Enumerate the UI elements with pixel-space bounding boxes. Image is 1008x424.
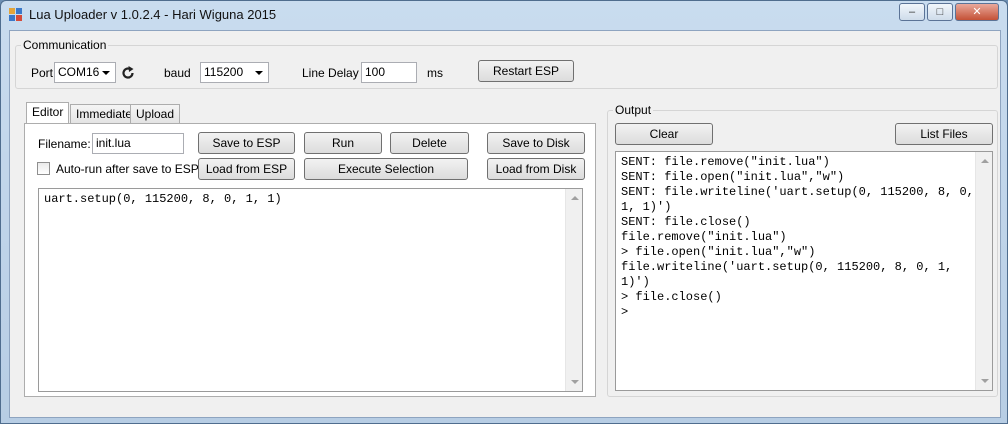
ms-label: ms <box>427 66 443 80</box>
scroll-down-icon[interactable] <box>571 380 579 384</box>
clear-button[interactable]: Clear <box>615 123 713 145</box>
port-select[interactable]: COM16 <box>54 62 116 83</box>
output-line: file.writeline('uart.setup(0, 115200, 8,… <box>621 260 953 274</box>
scroll-up-icon[interactable] <box>981 159 989 163</box>
output-line: 1, 1)') <box>621 200 672 214</box>
output-line: 1)') <box>621 275 650 289</box>
client-area: Communication Port COM16 baud 115200 Lin… <box>9 30 1001 418</box>
output-line: > file.open("init.lua","w") <box>621 245 816 259</box>
port-value: COM16 <box>58 65 100 79</box>
scroll-up-icon[interactable] <box>571 196 579 200</box>
line-delay-label: Line Delay <box>302 66 359 80</box>
autorun-checkbox[interactable] <box>37 162 50 175</box>
output-console[interactable]: SENT: file.remove("init.lua") SENT: file… <box>615 151 993 391</box>
editor-scrollbar[interactable] <box>565 189 582 391</box>
chevron-down-icon <box>102 71 110 75</box>
title-bar[interactable]: Lua Uploader v 1.0.2.4 - Hari Wiguna 201… <box>1 1 1007 29</box>
load-from-disk-button[interactable]: Load from Disk <box>487 158 585 180</box>
filename-input[interactable]: init.lua <box>92 133 184 154</box>
list-files-button[interactable]: List Files <box>895 123 993 145</box>
baud-label: baud <box>164 66 191 80</box>
filename-label: Filename: <box>38 137 91 151</box>
minimize-button[interactable]: – <box>899 3 925 21</box>
run-button[interactable]: Run <box>304 132 382 154</box>
output-line: > <box>621 305 629 319</box>
output-lines: SENT: file.remove("init.lua") SENT: file… <box>616 152 992 323</box>
output-line: SENT: file.remove("init.lua") <box>621 155 830 169</box>
window-title: Lua Uploader v 1.0.2.4 - Hari Wiguna 201… <box>29 7 277 22</box>
code-line: uart.setup(0, 115200, 8, 0, 1, 1) <box>44 192 282 206</box>
communication-group-title: Communication <box>21 38 109 52</box>
output-line: SENT: file.open("init.lua","w") <box>621 170 845 184</box>
tab-upload[interactable]: Upload <box>130 104 181 124</box>
baud-value: 115200 <box>204 65 244 79</box>
editor-panel: Filename: init.lua Auto-run after save t… <box>24 123 596 397</box>
maximize-button[interactable]: □ <box>927 3 953 21</box>
save-to-disk-button[interactable]: Save to Disk <box>487 132 585 154</box>
autorun-label[interactable]: Auto-run after save to ESP <box>56 162 199 176</box>
line-delay-input[interactable]: 100 <box>361 62 417 83</box>
load-from-esp-button[interactable]: Load from ESP <box>198 158 295 180</box>
chevron-down-icon <box>255 71 263 75</box>
scroll-down-icon[interactable] <box>981 379 989 383</box>
baud-select[interactable]: 115200 <box>200 62 269 83</box>
app-window: Lua Uploader v 1.0.2.4 - Hari Wiguna 201… <box>0 0 1008 424</box>
output-line: SENT: file.close() <box>621 215 751 229</box>
output-line: file.remove("init.lua") <box>621 230 787 244</box>
output-scrollbar[interactable] <box>975 152 992 390</box>
restart-esp-button[interactable]: Restart ESP <box>478 60 574 82</box>
save-to-esp-button[interactable]: Save to ESP <box>198 132 295 154</box>
close-button[interactable]: ✕ <box>955 3 999 21</box>
tab-immediate[interactable]: Immediate <box>70 104 139 124</box>
communication-group: Communication Port COM16 baud 115200 Lin… <box>15 38 998 89</box>
port-label: Port <box>31 66 54 80</box>
output-group: Output Clear List Files SENT: file.remov… <box>607 103 998 397</box>
output-group-title: Output <box>613 103 654 117</box>
app-icon <box>9 8 23 22</box>
execute-selection-button[interactable]: Execute Selection <box>304 158 468 180</box>
output-line: SENT: file.writeline('uart.setup(0, 1152… <box>621 185 974 199</box>
delete-button[interactable]: Delete <box>390 132 469 154</box>
output-line: > file.close() <box>621 290 722 304</box>
code-editor[interactable]: uart.setup(0, 115200, 8, 0, 1, 1) <box>38 188 583 392</box>
tab-editor[interactable]: Editor <box>26 102 70 124</box>
refresh-icon[interactable] <box>120 65 136 81</box>
